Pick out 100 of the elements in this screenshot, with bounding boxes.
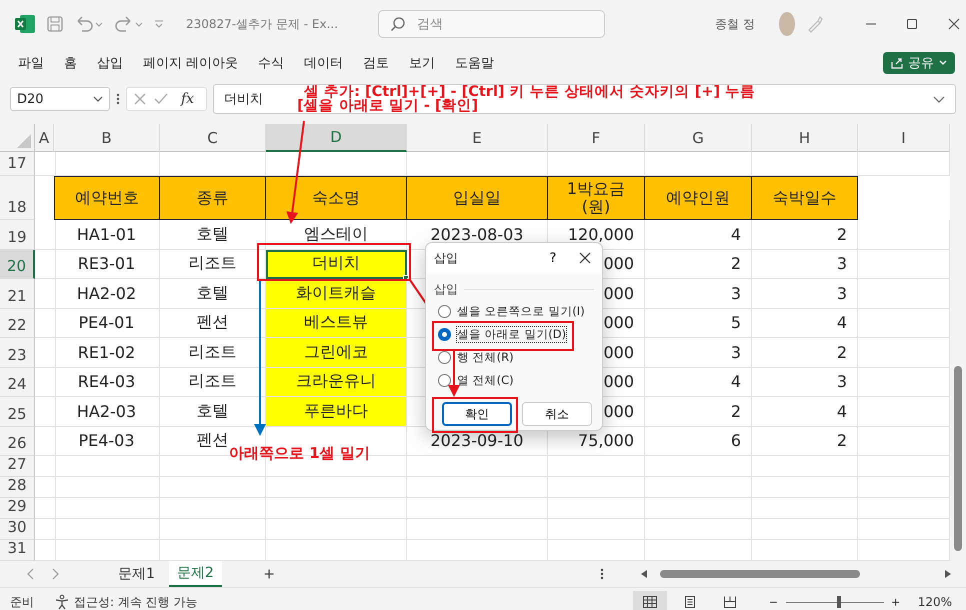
select-all-icon[interactable] <box>17 134 31 148</box>
close-icon[interactable] <box>946 16 962 32</box>
column-header[interactable]: A <box>35 124 54 152</box>
empty-cell[interactable] <box>752 477 858 498</box>
menu-tab[interactable]: 파일 <box>10 50 52 76</box>
row-header[interactable]: 30 <box>0 519 35 540</box>
column-header[interactable]: D <box>266 124 407 152</box>
share-button[interactable]: 공유 <box>883 52 955 74</box>
empty-cell[interactable] <box>54 456 160 477</box>
name-box[interactable]: D20 <box>10 87 110 111</box>
zoom-in-button[interactable]: + <box>888 594 904 610</box>
empty-cell[interactable] <box>35 368 56 397</box>
menu-tab[interactable]: 검토 <box>355 50 398 76</box>
sheet-tab[interactable]: 문제1 <box>110 562 163 586</box>
cancel-icon[interactable] <box>133 92 147 106</box>
empty-cell[interactable] <box>160 498 266 519</box>
empty-cell[interactable] <box>645 477 752 498</box>
radio-button[interactable] <box>438 351 451 364</box>
empty-cell[interactable] <box>645 519 752 540</box>
empty-cell[interactable] <box>160 519 266 540</box>
customize-icon[interactable] <box>154 19 164 29</box>
empty-cell[interactable] <box>645 456 752 477</box>
horizontal-scrollbar[interactable] <box>600 567 952 581</box>
empty-cell[interactable] <box>54 477 160 498</box>
row-header[interactable]: 26 <box>0 426 35 456</box>
check-icon[interactable] <box>153 92 169 106</box>
accessibility-status[interactable]: 접근성: 계속 진행 가능 <box>74 594 198 610</box>
row-header[interactable]: 17 <box>0 152 35 176</box>
empty-cell[interactable] <box>407 456 548 477</box>
empty-cell[interactable] <box>160 477 266 498</box>
formula-field[interactable]: 더비치 셀 추가: [Ctrl]+[+] - [Ctrl] 키 누른 상태에서 숫자키의 [+] 누름 [셀을 아래로 밀기 - [확인] <box>213 84 956 114</box>
cancel-button[interactable]: 취소 <box>522 402 592 426</box>
option-label[interactable]: 열 전체(C) <box>457 373 514 388</box>
menu-tab[interactable]: 데이터 <box>296 50 352 76</box>
menu-tab[interactable]: 보기 <box>401 50 444 76</box>
save-icon[interactable] <box>46 15 64 33</box>
column-header[interactable]: I <box>858 124 950 152</box>
empty-cell[interactable] <box>548 456 645 477</box>
empty-cell[interactable] <box>752 498 858 519</box>
row-header[interactable]: 31 <box>0 540 35 561</box>
normal-view-icon[interactable] <box>642 595 658 609</box>
close-icon[interactable] <box>579 252 591 264</box>
empty-cell[interactable] <box>407 498 548 519</box>
row-header[interactable]: 28 <box>0 477 35 498</box>
zoom-out-button[interactable]: − <box>765 594 782 610</box>
empty-cell[interactable] <box>407 519 548 540</box>
add-sheet-button[interactable]: + <box>258 564 280 584</box>
chevron-right-icon[interactable] <box>50 568 60 580</box>
radio-button[interactable] <box>438 328 451 341</box>
row-header[interactable]: 21 <box>0 279 35 308</box>
empty-cell[interactable] <box>35 338 56 368</box>
accessibility-icon[interactable] <box>54 594 70 610</box>
menu-tab[interactable]: 페이지 레이아웃 <box>135 50 246 76</box>
empty-cell[interactable] <box>35 250 56 279</box>
empty-cell[interactable] <box>54 498 160 519</box>
row-header[interactable]: 20 <box>0 250 35 279</box>
expand-icon[interactable] <box>933 94 945 104</box>
menu-tab[interactable]: 홈 <box>56 50 85 76</box>
empty-cell[interactable] <box>407 477 548 498</box>
empty-cell[interactable] <box>35 279 56 308</box>
row-header[interactable]: 29 <box>0 498 35 519</box>
redo-icon[interactable] <box>114 15 144 33</box>
column-header[interactable]: G <box>645 124 752 152</box>
empty-cell[interactable] <box>548 477 645 498</box>
row-header[interactable]: 22 <box>0 308 35 338</box>
row-header[interactable]: 19 <box>0 220 35 250</box>
empty-cell[interactable] <box>35 397 56 426</box>
row-header[interactable]: 25 <box>0 397 35 426</box>
empty-cell[interactable] <box>752 519 858 540</box>
search-field[interactable]: 검색 <box>378 10 606 38</box>
menu-tab[interactable]: 도움말 <box>447 50 502 76</box>
ok-button[interactable]: 확인 <box>442 402 512 426</box>
menu-tab[interactable]: 삽입 <box>89 50 131 76</box>
empty-cell[interactable] <box>35 308 56 338</box>
empty-cell[interactable] <box>266 477 407 498</box>
option-label[interactable]: 행 전체(R) <box>457 350 514 365</box>
column-header[interactable]: F <box>548 124 645 152</box>
empty-cell[interactable] <box>35 220 56 250</box>
empty-cell[interactable] <box>266 519 407 540</box>
column-header[interactable]: B <box>54 124 160 152</box>
sheet-tab[interactable]: 문제2 <box>168 561 222 587</box>
empty-cell[interactable] <box>35 426 56 456</box>
empty-cell[interactable] <box>548 519 645 540</box>
column-header[interactable]: C <box>160 124 266 152</box>
column-header[interactable]: H <box>752 124 858 152</box>
radio-button[interactable] <box>438 374 451 387</box>
page-break-icon[interactable] <box>722 595 738 609</box>
row-header[interactable]: 27 <box>0 456 35 477</box>
empty-cell[interactable] <box>645 498 752 519</box>
empty-cell[interactable] <box>752 456 858 477</box>
chevron-left-icon[interactable] <box>26 568 36 580</box>
empty-cell[interactable] <box>548 498 645 519</box>
slider-thumb[interactable] <box>837 596 842 608</box>
row-header[interactable]: 24 <box>0 368 35 397</box>
row-header[interactable]: 18 <box>0 176 35 220</box>
avatar[interactable] <box>778 12 795 36</box>
radio-button[interactable] <box>438 305 451 318</box>
empty-cell[interactable] <box>54 519 160 540</box>
empty-cell[interactable] <box>266 498 407 519</box>
menu-tab[interactable]: 수식 <box>250 50 292 76</box>
